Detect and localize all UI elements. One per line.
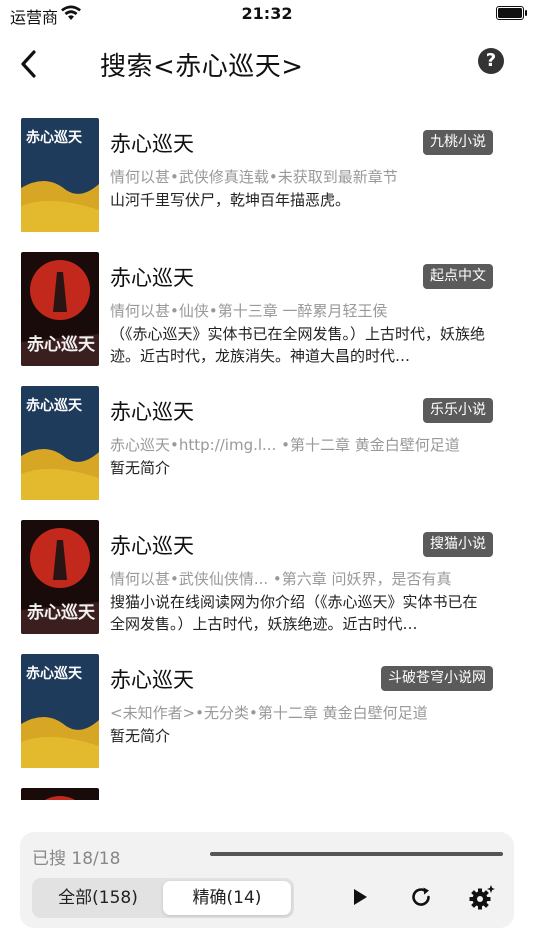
book-title: 赤心巡天 [110,132,194,156]
result-item[interactable]: 赤心巡天 赤心巡天 乐乐小说 赤心巡天•http://img.l... •第十二… [0,378,534,512]
source-badge: 乐乐小说 [423,398,493,423]
book-meta: 情何以甚•武侠修真连载•未获取到最新章节 [110,168,398,186]
book-cover-image: 赤心巡天 [21,520,99,634]
book-title: 赤心巡天 [110,266,194,290]
page-title: 搜索<赤心巡天> [100,52,304,82]
play-icon[interactable] [344,882,374,912]
book-meta: <未知作者>•无分类•第十二章 黄金白壁何足道 [110,704,428,722]
svg-text:赤心巡天: 赤心巡天 [26,398,83,414]
settings-gear-icon[interactable] [467,882,497,912]
source-badge: 搜猫小说 [423,532,493,557]
book-title: 赤心巡天 [110,668,194,692]
tab-exact[interactable]: 精确(14) [163,881,291,915]
search-progress-bar [210,852,503,856]
book-description: 搜猫小说在线阅读网为你介绍（《赤心巡天》实体书已在全网发售。）上古时代，妖族绝迹… [110,593,478,633]
book-title: 赤心巡天 [110,400,194,424]
source-badge: 斗破苍穹小说网 [381,666,493,691]
svg-text:赤心巡天: 赤心巡天 [26,666,83,682]
book-meta: 情何以甚•仙侠•第十三章 一醉累月轻王侯 [110,302,388,320]
clock: 21:32 [241,4,293,23]
nav-header: 搜索<赤心巡天> ? [0,36,534,92]
book-description: 暂无简介 [110,459,171,477]
search-control-panel: 已搜 18/18 全部(158) 精确(14) [20,832,514,928]
back-arrow-icon[interactable] [14,46,46,82]
searched-count: 已搜 18/18 [32,849,121,869]
source-badge: 九桃小说 [423,130,493,155]
book-title: 赤心巡天 [110,534,194,558]
status-bar: 运营商 21:32 [0,0,534,28]
book-meta: 情何以甚•武侠仙侠情... •第六章 问妖界，是否有真 [110,570,452,588]
result-item[interactable] [0,780,534,800]
result-item[interactable]: 赤心巡天 赤心巡天 搜猫小说 情何以甚•武侠仙侠情... •第六章 问妖界，是否… [0,512,534,646]
book-description: 暂无简介 [110,727,171,745]
refresh-icon[interactable] [406,882,436,912]
book-description: 山河千里写伏尸，乾坤百年描恶虎。 [110,191,351,209]
svg-text:赤心巡天: 赤心巡天 [26,130,83,146]
filter-segmented-control: 全部(158) 精确(14) [32,878,294,918]
book-cover-image: 赤心巡天 [21,118,99,232]
battery-icon [496,6,527,20]
book-cover-image: 赤心巡天 [21,386,99,500]
book-cover-image [21,788,99,800]
help-icon[interactable]: ? [478,48,504,74]
source-badge: 起点中文 [423,264,493,289]
svg-text:赤心巡天: 赤心巡天 [27,602,96,623]
svg-text:赤心巡天: 赤心巡天 [27,334,96,355]
book-cover-image: 赤心巡天 [21,252,99,366]
result-item[interactable]: 赤心巡天 赤心巡天 九桃小说 情何以甚•武侠修真连载•未获取到最新章节 山河千里… [0,110,534,244]
book-meta: 赤心巡天•http://img.l... •第十二章 黄金白壁何足道 [110,436,460,454]
search-results-list: 赤心巡天 赤心巡天 九桃小说 情何以甚•武侠修真连载•未获取到最新章节 山河千里… [0,110,534,800]
book-cover-image: 赤心巡天 [21,654,99,768]
result-item[interactable]: 赤心巡天 赤心巡天 斗破苍穹小说网 <未知作者>•无分类•第十二章 黄金白壁何足… [0,646,534,780]
result-item[interactable]: 赤心巡天 赤心巡天 起点中文 情何以甚•仙侠•第十三章 一醉累月轻王侯 （《赤心… [0,244,534,378]
tab-all[interactable]: 全部(158) [35,881,161,915]
book-description: （《赤心巡天》实体书已在全网发售。）上古时代，妖族绝迹。近古时代，龙族消失。神道… [110,325,486,365]
